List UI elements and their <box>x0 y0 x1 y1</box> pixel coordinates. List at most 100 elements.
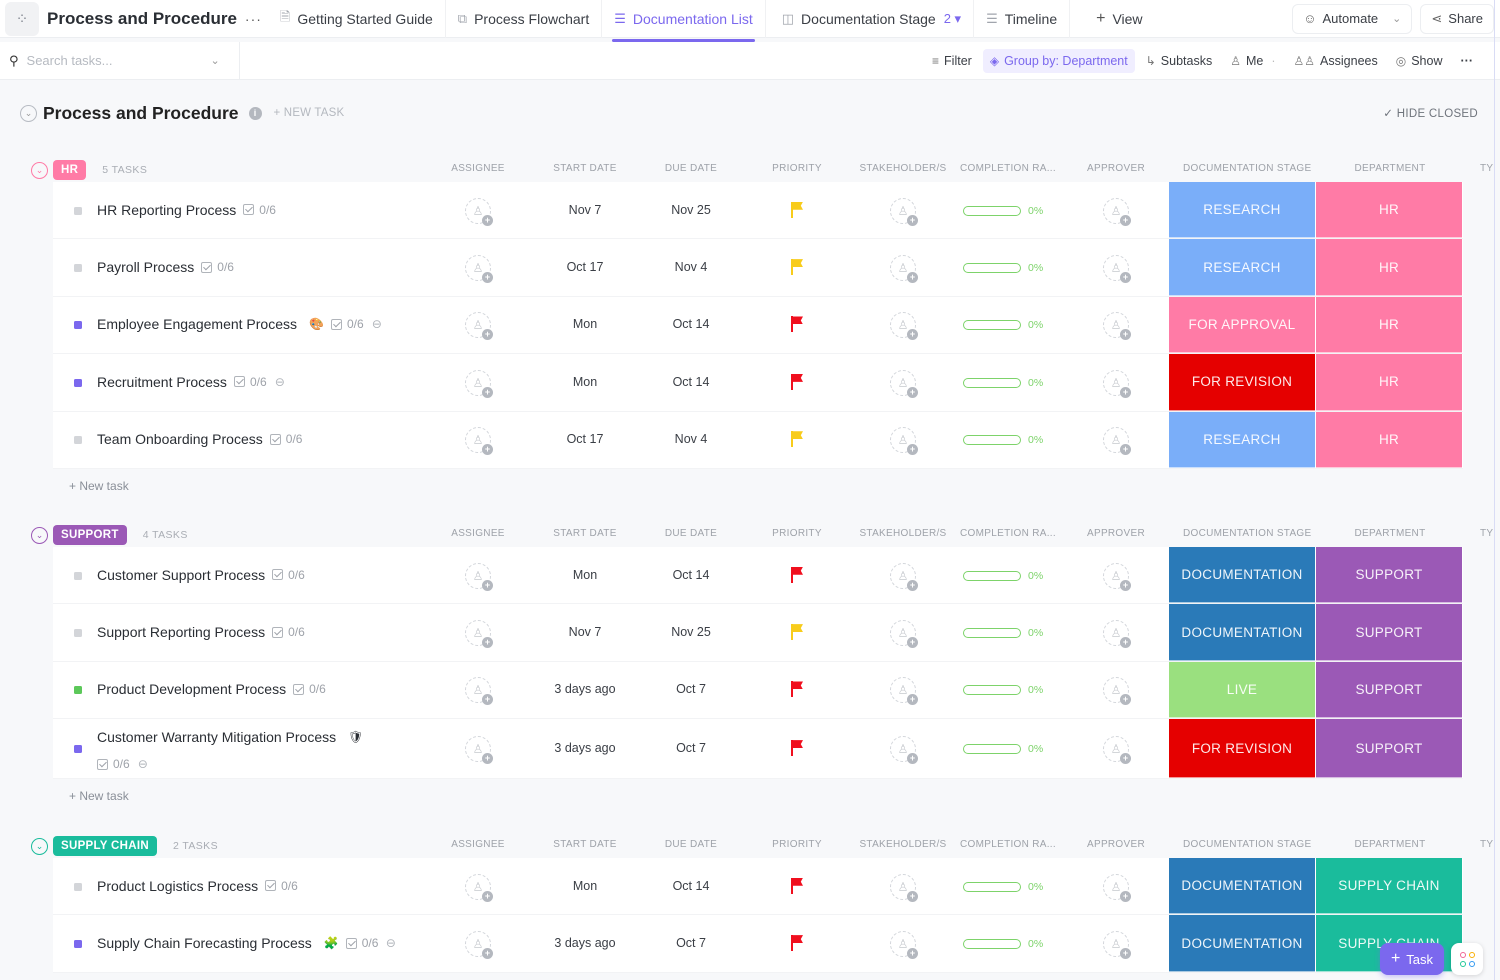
task-row[interactable]: Supply Chain Forecasting Process 🧩 0/6 ⊘ ♙ +3… <box>53 915 1463 973</box>
due-date[interactable]: Oct 14 <box>641 879 741 893</box>
task-row[interactable]: Team Onboarding Process 0/6 ♙ + Oct 17 Nov 4 ♙… <box>53 411 1463 469</box>
approver-avatar[interactable]: ♙ + <box>1103 197 1131 226</box>
group-badge[interactable]: SUPPORT <box>53 525 127 545</box>
status-indicator[interactable] <box>74 940 82 949</box>
space-title[interactable]: Process and Procedure <box>47 9 237 29</box>
filter-button[interactable]: ≡ Filter <box>925 49 979 73</box>
group-badge[interactable]: SUPPLY CHAIN <box>53 836 157 856</box>
assignee-avatar[interactable]: ♙ + <box>465 312 493 341</box>
task-name[interactable]: Payroll Process <box>97 259 194 275</box>
chevron-down-icon[interactable]: ⌄ <box>1392 12 1401 25</box>
task-name[interactable]: Supply Chain Forecasting Process <box>97 935 312 951</box>
column-header-approver[interactable]: APPROVER <box>1056 163 1176 174</box>
status-indicator[interactable] <box>74 264 82 273</box>
stakeholder-avatar[interactable]: ♙ + <box>890 873 918 902</box>
column-header-doc-stage[interactable]: DOCUMENTATION STAGE <box>1183 528 1311 539</box>
task-row[interactable]: HR Reporting Process 0/6 ♙ + Nov 7 Nov 25 ♙ +0%… <box>53 182 1463 240</box>
column-header-approver[interactable]: APPROVER <box>1056 528 1176 539</box>
approver-avatar[interactable]: ♙ + <box>1103 369 1131 398</box>
status-indicator[interactable] <box>74 571 82 580</box>
column-header-department[interactable]: DEPARTMENT <box>1330 839 1450 850</box>
task-row[interactable]: Product Logistics Process 0/6 ♙ + Mon Oct 14 ♙… <box>53 858 1463 916</box>
start-date[interactable]: Mon <box>535 317 635 331</box>
documentation-stage-cell[interactable]: DOCUMENTATION <box>1169 547 1315 604</box>
column-header-type[interactable]: TY <box>1480 839 1493 850</box>
assignee-avatar[interactable]: ♙ + <box>465 197 493 226</box>
approver-avatar[interactable]: ♙ + <box>1103 255 1131 284</box>
department-cell[interactable]: SUPPORT <box>1316 547 1462 604</box>
status-indicator[interactable] <box>74 206 82 215</box>
stakeholder-avatar[interactable]: ♙ + <box>890 427 918 456</box>
tab-process-flowchart[interactable]: ⧉ Process Flowchart <box>446 0 603 38</box>
column-header-priority[interactable]: PRIORITY <box>737 163 857 174</box>
documentation-stage-cell[interactable]: LIVE <box>1169 661 1315 719</box>
apps-fab[interactable] <box>1451 943 1483 975</box>
column-header-assignee[interactable]: ASSIGNEE <box>418 528 538 539</box>
task-name[interactable]: Employee Engagement Process <box>97 316 297 332</box>
department-cell[interactable]: HR <box>1316 354 1462 411</box>
column-header-department[interactable]: DEPARTMENT <box>1330 163 1450 174</box>
column-header-doc-stage[interactable]: DOCUMENTATION STAGE <box>1183 839 1311 850</box>
assignee-avatar[interactable]: ♙ + <box>465 562 493 591</box>
subtask-info[interactable]: 0/6 <box>272 568 305 582</box>
status-indicator[interactable] <box>74 629 82 638</box>
column-header-stakeholders[interactable]: STAKEHOLDER/S <box>843 163 963 174</box>
status-indicator[interactable] <box>74 321 82 330</box>
column-header-start-date[interactable]: START DATE <box>525 528 645 539</box>
more-options-icon[interactable]: ··· <box>1454 49 1481 73</box>
approver-avatar[interactable]: ♙ + <box>1103 677 1131 706</box>
task-row[interactable]: Customer Support Process 0/6 ♙ + Mon Oct 14 ♙ +… <box>53 547 1463 605</box>
documentation-stage-cell[interactable]: RESEARCH <box>1169 182 1315 239</box>
tab-getting-started-guide[interactable]: 🗎 Getting Started Guide <box>268 0 446 38</box>
due-date[interactable]: Oct 7 <box>641 936 741 950</box>
priority-flag-icon[interactable] <box>790 681 804 698</box>
attachment-icon[interactable]: ⊘ <box>271 373 288 390</box>
stakeholder-avatar[interactable]: ♙ + <box>890 197 918 226</box>
new-task-link[interactable]: + New task <box>69 789 129 803</box>
tab-documentation-stage[interactable]: ◫ Documentation Stage 2 ▾ <box>770 0 975 38</box>
status-indicator[interactable] <box>74 378 82 387</box>
attachment-icon[interactable]: ⊘ <box>368 316 385 333</box>
subtask-info[interactable]: 0/6 ⊘ <box>330 316 385 333</box>
priority-flag-icon[interactable] <box>790 201 804 218</box>
task-row[interactable]: Product Development Process 0/6 ♙ +3 days a… <box>53 661 1463 720</box>
start-date[interactable]: Oct 17 <box>535 260 635 274</box>
start-date[interactable]: Mon <box>535 879 635 893</box>
due-date[interactable]: Oct 14 <box>641 568 741 582</box>
attachment-icon[interactable]: ⊘ <box>383 935 400 952</box>
documentation-stage-cell[interactable]: RESEARCH <box>1169 411 1315 468</box>
scrollbar-track[interactable] <box>1494 0 1495 980</box>
column-header-type[interactable]: TY <box>1480 528 1493 539</box>
department-cell[interactable]: SUPPORT <box>1316 661 1462 719</box>
task-name[interactable]: HR Reporting Process <box>97 202 236 218</box>
show-button[interactable]: ◎ Show <box>1389 49 1450 73</box>
view-count-badge[interactable]: 2 ▾ <box>944 11 961 27</box>
documentation-stage-cell[interactable]: DOCUMENTATION <box>1169 915 1315 972</box>
assignees-button[interactable]: ♙♙ Assignees <box>1287 49 1385 73</box>
assignee-avatar[interactable]: ♙ + <box>465 677 493 706</box>
column-header-start-date[interactable]: START DATE <box>525 163 645 174</box>
due-date[interactable]: Nov 4 <box>641 260 741 274</box>
stakeholder-avatar[interactable]: ♙ + <box>890 620 918 649</box>
info-icon[interactable]: i <box>248 106 262 120</box>
task-row[interactable]: Customer Warranty Mitigation Process 🛡 0/6… <box>53 719 1463 780</box>
subtask-info[interactable]: 0/6 <box>269 432 302 446</box>
stakeholder-avatar[interactable]: ♙ + <box>890 369 918 398</box>
new-task-button[interactable]: + NEW TASK <box>274 107 345 119</box>
status-indicator[interactable] <box>74 882 82 891</box>
column-header-department[interactable]: DEPARTMENT <box>1330 528 1450 539</box>
subtask-info[interactable]: 0/6 ⊘ <box>345 935 400 952</box>
column-header-assignee[interactable]: ASSIGNEE <box>418 163 538 174</box>
task-name[interactable]: Product Development Process <box>97 681 286 697</box>
add-task-fab[interactable]: + Task <box>1380 943 1444 975</box>
stakeholder-avatar[interactable]: ♙ + <box>890 736 918 765</box>
column-header-completion[interactable]: COMPLETION RA... <box>948 839 1068 850</box>
department-cell[interactable]: SUPPLY CHAIN <box>1316 858 1462 915</box>
column-header-assignee[interactable]: ASSIGNEE <box>418 839 538 850</box>
department-cell[interactable]: HR <box>1316 239 1462 296</box>
subtask-info[interactable]: 0/6 <box>243 203 276 217</box>
group-by-button[interactable]: ◈ Group by: Department <box>982 48 1135 73</box>
subtask-info[interactable]: 0/6 ⊘ <box>233 373 288 390</box>
department-cell[interactable]: HR <box>1316 182 1462 239</box>
share-button[interactable]: ⋖ Share <box>1420 3 1494 34</box>
